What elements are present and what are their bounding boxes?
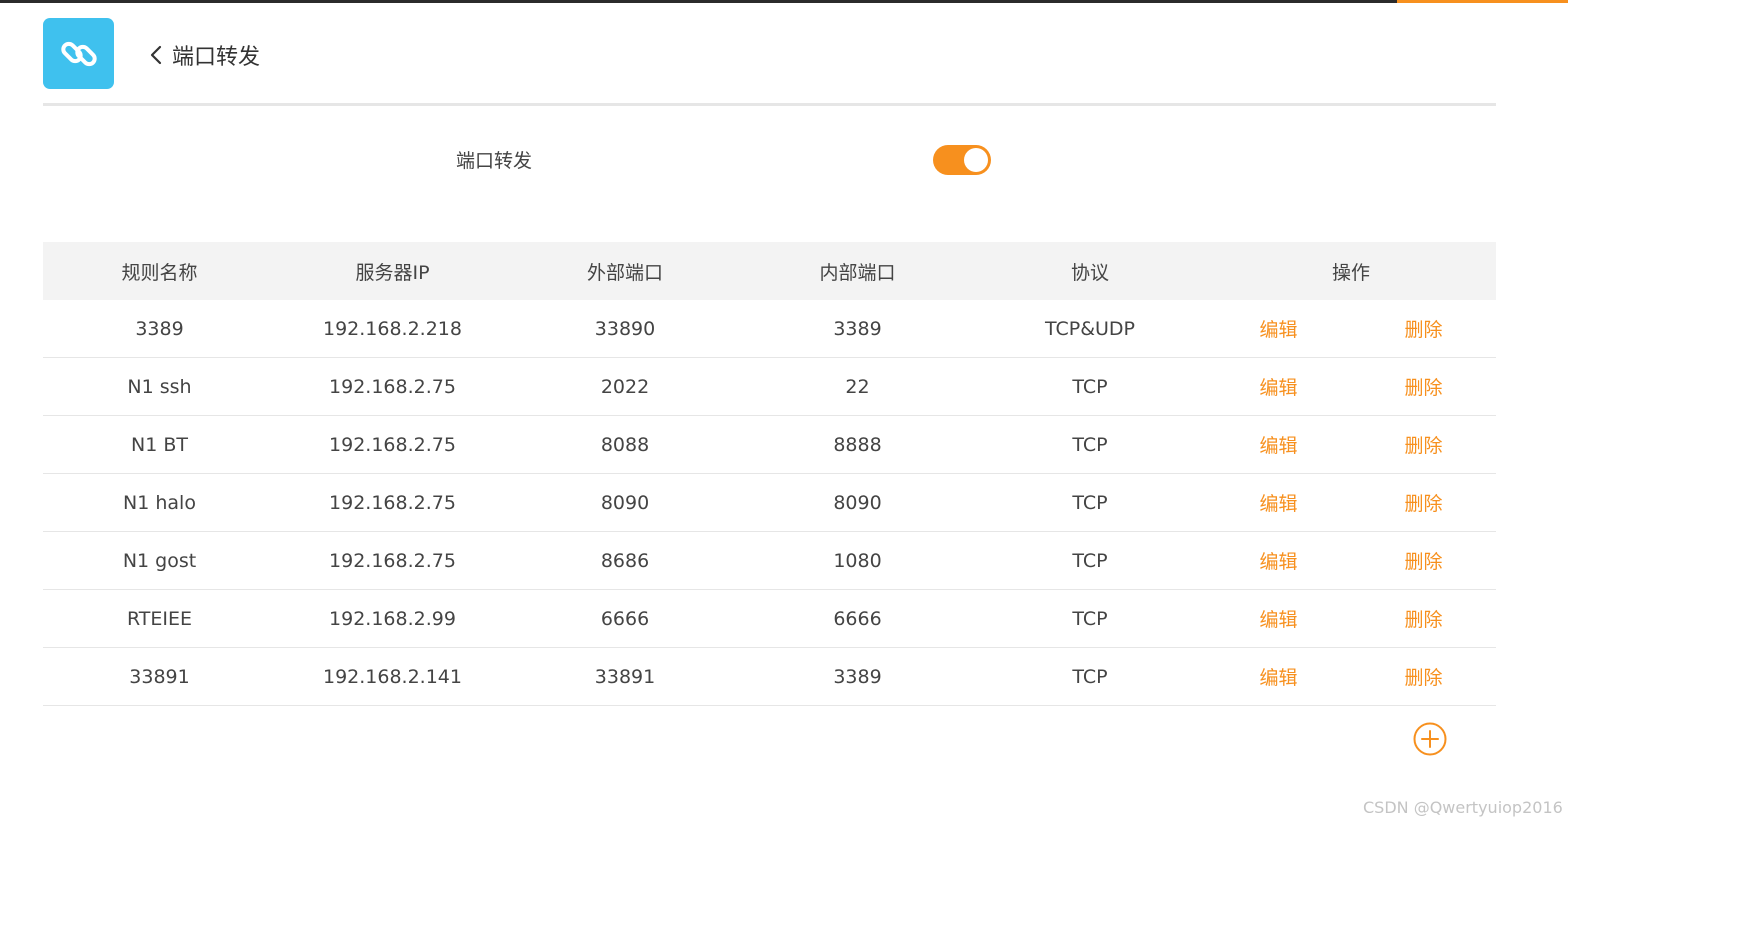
actions-cell: 编辑 删除 bbox=[1206, 315, 1496, 342]
rule-name-cell: 3389 bbox=[135, 317, 184, 340]
column-header-actions: 操作 bbox=[1331, 261, 1370, 284]
rule-name-cell: N1 halo bbox=[123, 491, 196, 514]
delete-button[interactable]: 删除 bbox=[1351, 373, 1496, 400]
edit-button[interactable]: 编辑 bbox=[1206, 431, 1351, 458]
edit-button[interactable]: 编辑 bbox=[1206, 373, 1351, 400]
edit-button[interactable]: 编辑 bbox=[1206, 489, 1351, 516]
actions-cell: 编辑 删除 bbox=[1206, 431, 1496, 458]
actions-cell: 编辑 删除 bbox=[1206, 605, 1496, 632]
internal-port-cell: 3389 bbox=[833, 665, 882, 688]
external-port-cell: 8088 bbox=[600, 433, 650, 456]
add-rule-button[interactable] bbox=[1413, 722, 1447, 756]
table-row: N1 halo 192.168.2.75 8090 8090 TCP 编辑 删除 bbox=[43, 474, 1496, 532]
rule-name-cell: N1 BT bbox=[131, 433, 188, 456]
server-ip-cell: 192.168.2.141 bbox=[322, 665, 462, 688]
internal-port-cell: 1080 bbox=[833, 549, 882, 572]
app-icon bbox=[43, 18, 114, 89]
rule-name-cell: N1 gost bbox=[122, 549, 197, 572]
actions-cell: 编辑 删除 bbox=[1206, 663, 1496, 690]
protocol-cell: TCP bbox=[1072, 549, 1108, 572]
internal-port-cell: 8090 bbox=[833, 491, 882, 514]
external-port-cell: 6666 bbox=[600, 607, 650, 630]
table-row: N1 BT 192.168.2.75 8088 8888 TCP 编辑 删除 bbox=[43, 416, 1496, 474]
edit-button[interactable]: 编辑 bbox=[1206, 663, 1351, 690]
table-row: N1 gost 192.168.2.75 8686 1080 TCP 编辑 删除 bbox=[43, 532, 1496, 590]
edit-button[interactable]: 编辑 bbox=[1206, 547, 1351, 574]
rule-name-cell: RTEIEE bbox=[126, 607, 193, 630]
actions-cell: 编辑 删除 bbox=[1206, 373, 1496, 400]
delete-button[interactable]: 删除 bbox=[1351, 431, 1496, 458]
column-header-protocol: 协议 bbox=[1070, 261, 1109, 284]
toggle-knob bbox=[964, 148, 988, 172]
top-bar-accent bbox=[1397, 0, 1568, 3]
edit-button[interactable]: 编辑 bbox=[1206, 605, 1351, 632]
column-header-rule-name: 规则名称 bbox=[121, 261, 198, 284]
column-header-external-port: 外部端口 bbox=[586, 261, 663, 284]
link-icon bbox=[60, 41, 97, 66]
protocol-cell: TCP bbox=[1072, 607, 1108, 630]
protocol-cell: TCP bbox=[1072, 665, 1108, 688]
server-ip-cell: 192.168.2.75 bbox=[329, 433, 456, 456]
table-header: 规则名称 服务器IP 外部端口 内部端口 协议 操作 bbox=[43, 242, 1496, 300]
top-bar bbox=[0, 0, 1568, 3]
external-port-cell: 33891 bbox=[594, 665, 656, 688]
watermark: CSDN @Qwertyuiop2016 bbox=[1363, 798, 1563, 817]
delete-button[interactable]: 删除 bbox=[1351, 489, 1496, 516]
header-divider bbox=[43, 103, 1496, 106]
column-header-internal-port: 内部端口 bbox=[819, 261, 896, 284]
protocol-cell: TCP bbox=[1072, 491, 1108, 514]
edit-button[interactable]: 编辑 bbox=[1206, 315, 1351, 342]
delete-button[interactable]: 删除 bbox=[1351, 547, 1496, 574]
port-forwarding-label: 端口转发 bbox=[456, 150, 533, 172]
actions-cell: 编辑 删除 bbox=[1206, 489, 1496, 516]
external-port-cell: 33890 bbox=[594, 317, 656, 340]
server-ip-cell: 192.168.2.218 bbox=[322, 317, 462, 340]
server-ip-cell: 192.168.2.75 bbox=[329, 549, 456, 572]
server-ip-cell: 192.168.2.75 bbox=[329, 375, 456, 398]
internal-port-cell: 8888 bbox=[833, 433, 882, 456]
rule-name-cell: N1 ssh bbox=[127, 375, 192, 398]
table-row: RTEIEE 192.168.2.99 6666 6666 TCP 编辑 删除 bbox=[43, 590, 1496, 648]
delete-button[interactable]: 删除 bbox=[1351, 663, 1496, 690]
column-header-server-ip: 服务器IP bbox=[355, 261, 430, 284]
internal-port-cell: 22 bbox=[845, 375, 870, 398]
page-title: 端口转发 bbox=[172, 45, 261, 70]
protocol-cell: TCP bbox=[1072, 433, 1108, 456]
table-row: N1 ssh 192.168.2.75 2022 22 TCP 编辑 删除 bbox=[43, 358, 1496, 416]
internal-port-cell: 6666 bbox=[833, 607, 882, 630]
table-row: 33891 192.168.2.141 33891 3389 TCP 编辑 删除 bbox=[43, 648, 1496, 706]
actions-cell: 编辑 删除 bbox=[1206, 547, 1496, 574]
delete-button[interactable]: 删除 bbox=[1351, 605, 1496, 632]
plus-circle-icon bbox=[1413, 722, 1447, 756]
back-button[interactable]: 端口转发 bbox=[148, 38, 260, 72]
server-ip-cell: 192.168.2.99 bbox=[329, 607, 456, 630]
chevron-left-icon bbox=[150, 45, 162, 65]
table-row: 3389 192.168.2.218 33890 3389 TCP&UDP 编辑… bbox=[43, 300, 1496, 358]
port-forwarding-rules-table: 规则名称 服务器IP 外部端口 内部端口 协议 操作 3389 192.168.… bbox=[43, 242, 1496, 706]
rule-name-cell: 33891 bbox=[129, 665, 190, 688]
protocol-cell: TCP&UDP bbox=[1044, 317, 1136, 340]
external-port-cell: 8090 bbox=[600, 491, 650, 514]
delete-button[interactable]: 删除 bbox=[1351, 315, 1496, 342]
server-ip-cell: 192.168.2.75 bbox=[329, 491, 456, 514]
internal-port-cell: 3389 bbox=[833, 317, 882, 340]
external-port-cell: 8686 bbox=[600, 549, 650, 572]
port-forwarding-toggle[interactable] bbox=[933, 145, 991, 175]
protocol-cell: TCP bbox=[1072, 375, 1108, 398]
external-port-cell: 2022 bbox=[600, 375, 650, 398]
